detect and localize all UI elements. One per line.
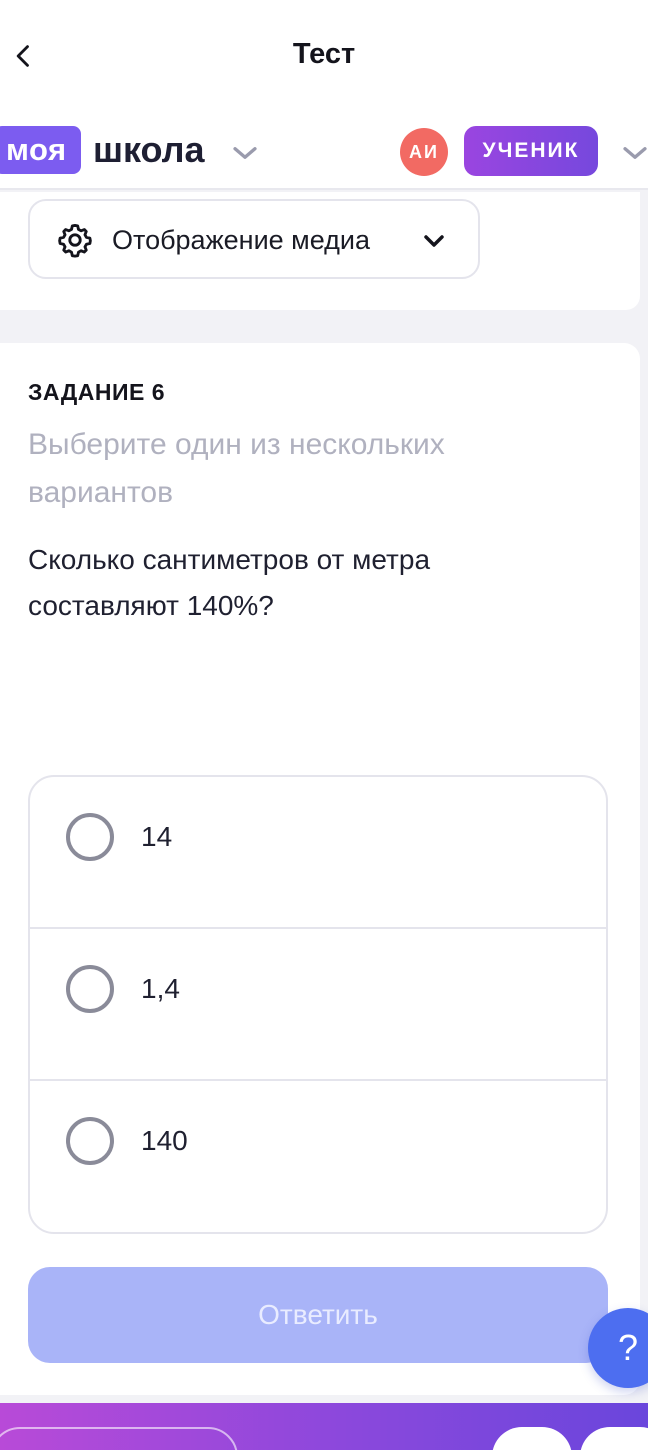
radio-button[interactable] <box>66 813 114 861</box>
page-title: Тест <box>292 38 356 70</box>
task-hint: Выберите один из нескольких вариантов <box>28 428 445 509</box>
top-app-bar: Тест <box>0 0 648 112</box>
role-chevron-down-icon[interactable] <box>618 136 648 170</box>
radio-button[interactable] <box>66 1117 114 1165</box>
media-display-dropdown[interactable]: Отображение медиа <box>28 199 480 279</box>
media-display-label: Отображение медиа <box>112 225 371 255</box>
brand-logo-pill[interactable]: моя <box>0 126 81 174</box>
chevron-down-icon <box>424 235 444 247</box>
chevron-down-icon[interactable] <box>228 136 262 170</box>
bottom-bar <box>0 1403 648 1450</box>
bottom-bar-button[interactable] <box>492 1427 572 1450</box>
answer-option[interactable]: 140 <box>30 1081 606 1232</box>
answer-option-label: 14 <box>141 821 173 852</box>
user-avatar[interactable]: АИ <box>400 128 448 176</box>
gear-icon <box>58 224 92 258</box>
task-card: ЗАДАНИЕ 6 Выберите один из нескольких ва… <box>0 343 640 1395</box>
answer-option[interactable]: 14 <box>30 777 606 929</box>
brand-logo-word[interactable]: школа <box>93 126 205 174</box>
role-badge[interactable]: УЧЕНИК <box>464 126 598 176</box>
answer-option[interactable]: 1,4 <box>30 929 606 1081</box>
radio-button[interactable] <box>66 965 114 1013</box>
answer-option-label: 140 <box>141 1125 188 1156</box>
task-number: ЗАДАНИЕ 6 <box>28 379 166 405</box>
submit-answer-button[interactable]: Ответить <box>28 1267 608 1363</box>
bottom-bar-button[interactable] <box>580 1427 648 1450</box>
media-settings-card: Отображение медиа <box>0 192 640 310</box>
brand-bar: моя школа АИ УЧЕНИК <box>0 112 648 190</box>
task-question: Сколько сантиметров от метра составляют … <box>28 544 431 621</box>
answer-option-label: 1,4 <box>141 973 180 1004</box>
bottom-bar-pill[interactable] <box>0 1427 238 1450</box>
answer-options: 14 1,4 140 <box>28 775 608 1234</box>
